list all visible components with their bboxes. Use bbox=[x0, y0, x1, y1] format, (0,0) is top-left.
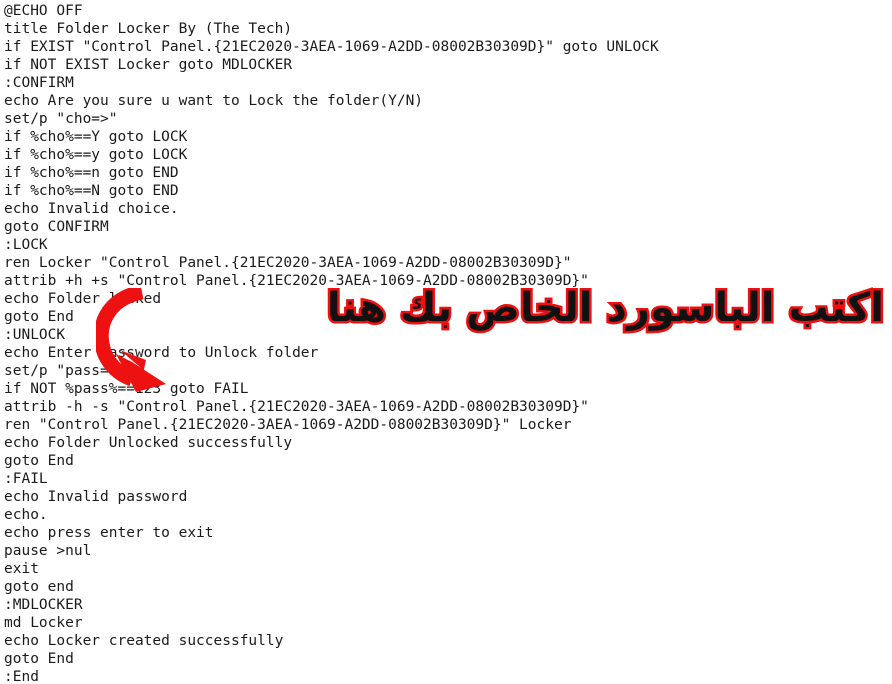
code-line: echo Enter password to Unlock folder bbox=[4, 345, 319, 361]
code-line: if %cho%==N goto END bbox=[4, 183, 179, 199]
code-line: attrib -h -s "Control Panel.{21EC2020-3A… bbox=[4, 399, 589, 415]
code-line: goto End bbox=[4, 651, 74, 667]
code-line: goto End bbox=[4, 453, 74, 469]
code-line: :CONFIRM bbox=[4, 75, 74, 91]
code-line: @ECHO OFF bbox=[4, 3, 83, 19]
code-line: ren Locker "Control Panel.{21EC2020-3AEA… bbox=[4, 255, 572, 271]
code-line: ren "Control Panel.{21EC2020-3AEA-1069-A… bbox=[4, 417, 572, 433]
code-line: if NOT EXIST Locker goto MDLOCKER bbox=[4, 57, 293, 73]
code-line: :FAIL bbox=[4, 471, 48, 487]
batch-script-text: @ECHO OFF title Folder Locker By (The Te… bbox=[0, 0, 892, 684]
screenshot-root: @ECHO OFF title Folder Locker By (The Te… bbox=[0, 0, 892, 684]
code-line: if %cho%==Y goto LOCK bbox=[4, 129, 188, 145]
code-line: exit bbox=[4, 561, 39, 577]
code-line: set/p "cho=>" bbox=[4, 111, 118, 127]
code-line: goto end bbox=[4, 579, 74, 595]
code-line: goto End bbox=[4, 309, 74, 325]
code-line: echo Folder locked bbox=[4, 291, 162, 307]
code-line: echo Invalid password bbox=[4, 489, 188, 505]
code-line: echo. bbox=[4, 507, 48, 523]
code-line: pause >nul bbox=[4, 543, 92, 559]
code-line: if NOT %pass%==123 goto FAIL bbox=[4, 381, 249, 397]
code-line: echo press enter to exit bbox=[4, 525, 214, 541]
code-line: :End bbox=[4, 669, 39, 684]
code-line: md Locker bbox=[4, 615, 83, 631]
code-line: attrib +h +s "Control Panel.{21EC2020-3A… bbox=[4, 273, 589, 289]
code-line: if %cho%==n goto END bbox=[4, 165, 179, 181]
code-line: :LOCK bbox=[4, 237, 48, 253]
code-line: if %cho%==y goto LOCK bbox=[4, 147, 188, 163]
code-line: echo Folder Unlocked successfully bbox=[4, 435, 293, 451]
code-line: echo Locker created successfully bbox=[4, 633, 284, 649]
code-line: if EXIST "Control Panel.{21EC2020-3AEA-1… bbox=[4, 39, 659, 55]
code-line: title Folder Locker By (The Tech) bbox=[4, 21, 293, 37]
code-line: set/p "pass=" bbox=[4, 363, 118, 379]
code-line: echo Invalid choice. bbox=[4, 201, 179, 217]
code-line: :UNLOCK bbox=[4, 327, 66, 343]
code-line: echo Are you sure u want to Lock the fol… bbox=[4, 93, 424, 109]
code-line: :MDLOCKER bbox=[4, 597, 83, 613]
code-line: goto CONFIRM bbox=[4, 219, 109, 235]
